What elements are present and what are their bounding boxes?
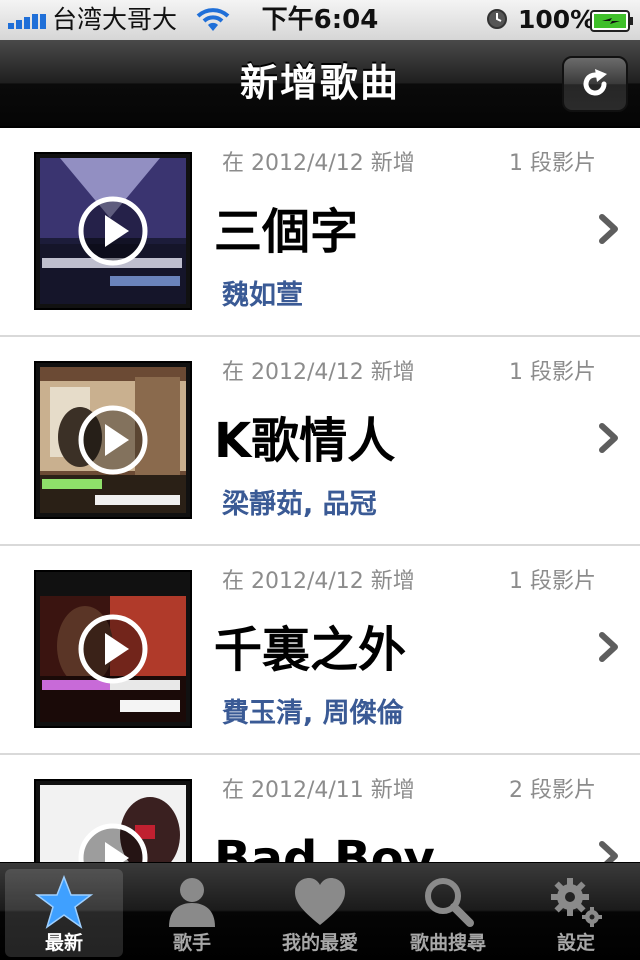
refresh-icon xyxy=(583,69,607,96)
chevron-right-icon xyxy=(599,423,618,453)
magnifier-icon xyxy=(425,878,474,927)
video-count: 2 段影片 xyxy=(509,778,596,803)
song-title: 千裏之外 xyxy=(214,622,407,678)
added-date: 在 2012/4/11 新增 xyxy=(222,778,415,803)
play-icon xyxy=(78,823,148,862)
tab-song-search[interactable]: 歌曲搜尋 xyxy=(389,869,507,957)
battery-charging-icon xyxy=(590,10,633,32)
added-date: 在 2012/4/12 新增 xyxy=(222,151,415,176)
star-icon xyxy=(34,875,94,929)
tab-label: 歌手 xyxy=(172,932,211,954)
play-icon xyxy=(78,614,148,684)
video-thumbnail[interactable] xyxy=(34,152,192,310)
song-row[interactable]: 在 2012/4/12 新增 1 段影片 K歌情人 梁靜茹, 品冠 xyxy=(0,337,640,546)
tab-label: 最新 xyxy=(44,932,83,954)
chevron-right-icon xyxy=(599,632,618,662)
video-count: 1 段影片 xyxy=(509,569,596,594)
song-title: 三個字 xyxy=(214,204,359,260)
video-count: 1 段影片 xyxy=(509,151,596,176)
song-artist: 魏如萱 xyxy=(222,280,303,311)
gear-icon xyxy=(551,878,602,927)
tab-label: 我的最愛 xyxy=(281,932,358,954)
alarm-clock-icon xyxy=(487,9,507,29)
video-count: 1 段影片 xyxy=(509,360,596,385)
video-thumbnail[interactable] xyxy=(34,361,192,519)
song-row[interactable]: 在 2012/4/12 新增 1 段影片 千裏之外 費玉清, 周傑倫 xyxy=(0,546,640,755)
song-row[interactable]: 在 2012/4/12 新增 1 段影片 三個字 魏如萱 xyxy=(0,128,640,337)
page-title: 新增歌曲 xyxy=(239,61,400,105)
video-thumbnail[interactable] xyxy=(34,779,192,862)
video-thumbnail[interactable] xyxy=(34,570,192,728)
tab-label: 設定 xyxy=(556,932,595,954)
song-title: Bad Boy xyxy=(214,831,435,862)
chevron-right-icon xyxy=(599,841,618,862)
status-bar: 台湾大哥大 下午6:04 100% xyxy=(0,0,640,41)
tab-settings[interactable]: 設定 xyxy=(517,869,635,957)
tab-label: 歌曲搜尋 xyxy=(409,932,486,954)
person-icon xyxy=(169,878,215,927)
play-icon xyxy=(78,405,148,475)
tab-bar: 最新 歌手 我的最愛 歌曲搜尋 設定 xyxy=(0,862,640,960)
song-list: 在 2012/4/12 新增 1 段影片 三個字 魏如萱 在 2012/4/12… xyxy=(0,128,640,862)
added-date: 在 2012/4/12 新增 xyxy=(222,569,415,594)
navigation-bar: 新增歌曲 xyxy=(0,40,640,128)
battery-percentage: 100% xyxy=(518,5,596,34)
tab-artists[interactable]: 歌手 xyxy=(133,869,251,957)
added-date: 在 2012/4/12 新增 xyxy=(222,360,415,385)
chevron-right-icon xyxy=(599,214,618,244)
song-artist: 梁靜茹, 品冠 xyxy=(222,489,377,520)
play-icon xyxy=(78,196,148,266)
song-artist: 費玉清, 周傑倫 xyxy=(222,698,404,729)
tab-favorites[interactable]: 我的最愛 xyxy=(261,869,379,957)
app-screen: 台湾大哥大 下午6:04 100% 新增歌曲 在 2012/4/12 新增 1 … xyxy=(0,0,640,960)
refresh-button[interactable] xyxy=(562,56,628,112)
song-title: K歌情人 xyxy=(214,413,396,469)
song-row[interactable]: 在 2012/4/11 新增 2 段影片 Bad Boy xyxy=(0,755,640,862)
tab-latest[interactable]: 最新 xyxy=(5,869,123,957)
heart-icon xyxy=(295,878,345,925)
